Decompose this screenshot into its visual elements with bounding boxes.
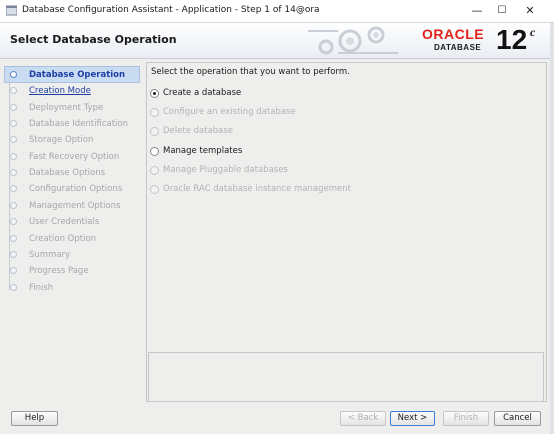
option-label: Oracle RAC database instance management: [163, 184, 351, 194]
nav-step-label: Progress Page: [29, 266, 89, 277]
database-label: DATABASE: [434, 43, 482, 52]
oracle-wordmark: ORACLE: [422, 26, 485, 42]
option-label: Manage templates: [163, 145, 243, 156]
nav-step: User Credentials: [4, 214, 140, 230]
nav-step-label: Management Options: [29, 200, 121, 211]
step-indicator-icon: [10, 234, 17, 242]
option-label: Create a database: [163, 88, 242, 98]
help-button[interactable]: Help: [11, 411, 58, 426]
step-indicator-icon: [10, 267, 17, 275]
step-indicator-icon: [10, 218, 17, 226]
nav-step: Progress Page: [4, 263, 140, 279]
radio-button[interactable]: [150, 89, 159, 98]
nav-step-label: Storage Option: [29, 135, 94, 146]
step-indicator-icon: [10, 201, 17, 209]
nav-step[interactable]: Database Operation: [4, 67, 140, 83]
window-title-bar[interactable]: Database Configuration Assistant - Appli…: [0, 0, 554, 23]
step-indicator-icon: [10, 136, 17, 144]
nav-step: Configuration Options: [4, 181, 140, 197]
nav-step: Database Options: [4, 165, 140, 181]
nav-step: Fast Recovery Option: [4, 149, 140, 165]
nav-step-label: Configuration Options: [29, 184, 123, 195]
nav-step-label: Fast Recovery Option: [29, 151, 120, 162]
details-area: [148, 352, 544, 402]
step-indicator-icon: [10, 103, 17, 111]
back-button[interactable]: < Back: [340, 411, 386, 426]
nav-step: Storage Option: [4, 132, 140, 148]
nav-step-label: Database Identification: [29, 119, 128, 130]
nav-step-label: Database Options: [29, 168, 106, 179]
nav-step-label: Summary: [29, 249, 71, 260]
next-button[interactable]: Next >: [390, 411, 435, 426]
cancel-button[interactable]: Cancel: [494, 411, 541, 426]
operation-prompt: Select the operation that you want to pe…: [151, 67, 350, 77]
nav-step-label: User Credentials: [29, 217, 100, 228]
step-indicator-icon: [10, 120, 17, 128]
step-indicator-icon: [10, 152, 17, 160]
window-title: Database Configuration Assistant - Appli…: [22, 5, 320, 15]
maximize-button[interactable]: ☐: [491, 3, 513, 19]
app-icon: [6, 5, 17, 16]
gears-decoration-icon: [308, 26, 398, 55]
nav-step: Finish: [4, 280, 140, 296]
step-indicator-icon: [10, 87, 17, 95]
nav-step: Database Identification: [4, 116, 140, 132]
step-indicator-icon: [10, 169, 17, 177]
option-label: Manage Pluggable databases: [163, 164, 288, 175]
steps-navigation: Database Operation Creation Mode Deploymen…: [4, 62, 140, 402]
step-indicator-icon: [10, 71, 17, 78]
nav-step-label: Finish: [29, 282, 54, 293]
step-indicator-icon: [10, 185, 17, 193]
step-indicator-icon: [10, 250, 17, 258]
version-number: 12: [496, 24, 528, 55]
nav-step: Summary: [4, 247, 140, 263]
radio-button[interactable]: [150, 146, 159, 156]
option-label: Configure an existing database: [163, 107, 296, 118]
radio-button: [150, 165, 159, 175]
nav-step-label: Creation Mode: [29, 86, 91, 97]
nav-step-label: Database Operation: [29, 70, 126, 80]
step-indicator-icon: [10, 283, 17, 291]
page-title: Select Database Operation: [10, 33, 177, 46]
finish-button[interactable]: Finish: [443, 411, 489, 426]
nav-step[interactable]: Creation Mode: [4, 83, 140, 99]
option-label: Delete database: [163, 126, 234, 137]
radio-button: [150, 185, 159, 194]
minimize-button[interactable]: —: [466, 3, 488, 19]
version-suffix: c: [530, 25, 536, 39]
step-header: Select Database Operation ORACLE DATABAS…: [0, 23, 550, 59]
nav-step: Deployment Type: [4, 100, 140, 116]
nav-step: Creation Option: [4, 231, 140, 247]
nav-step-label: Deployment Type: [29, 102, 104, 113]
nav-step: Management Options: [4, 198, 140, 214]
close-button[interactable]: ✕: [519, 3, 541, 19]
window-edge: [550, 23, 554, 434]
nav-step-label: Creation Option: [29, 233, 97, 244]
